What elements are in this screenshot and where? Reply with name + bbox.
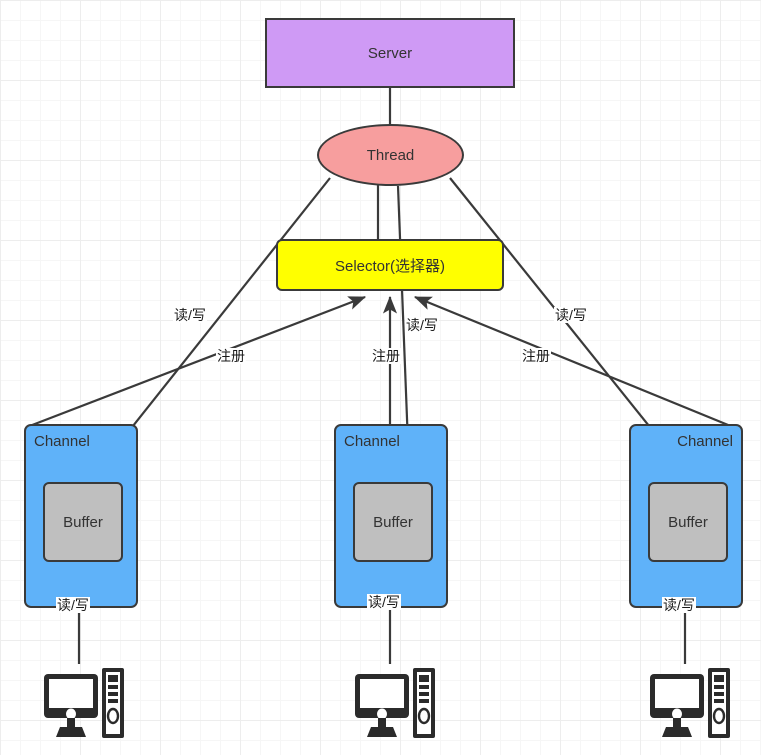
edge-label-register-middle: 注册 xyxy=(371,348,401,364)
node-channel-2-label: Channel xyxy=(344,433,400,450)
edge-label-register-right: 注册 xyxy=(521,348,551,364)
edge-label-client-read-write-left: 读/写 xyxy=(56,597,90,613)
client-computer-3[interactable] xyxy=(642,660,732,746)
desktop-computer-icon xyxy=(650,668,730,738)
node-thread-label: Thread xyxy=(366,146,415,164)
node-buffer-2-label: Buffer xyxy=(373,513,413,531)
node-server-label: Server xyxy=(367,44,413,62)
node-channel-3-label: Channel xyxy=(677,433,733,450)
node-server[interactable]: Server xyxy=(265,18,515,88)
edge-label-read-write-middle: 读/写 xyxy=(405,317,439,333)
diagram-canvas: Server Thread Selector(选择器) Channel Buff… xyxy=(0,0,761,755)
desktop-computer-icon xyxy=(355,668,435,738)
desktop-computer-icon xyxy=(44,668,124,738)
node-buffer-3-label: Buffer xyxy=(668,513,708,531)
edge-label-register-left: 注册 xyxy=(216,348,246,364)
node-channel-1-label: Channel xyxy=(34,433,90,450)
edge-label-read-write-left: 读/写 xyxy=(173,307,207,323)
client-computer-1[interactable] xyxy=(36,660,126,746)
node-selector[interactable]: Selector(选择器) xyxy=(276,239,504,291)
edge-label-client-read-write-middle: 读/写 xyxy=(367,594,401,610)
client-computer-2[interactable] xyxy=(347,660,437,746)
node-buffer-1-label: Buffer xyxy=(63,513,103,531)
node-buffer-2[interactable]: Buffer xyxy=(353,482,433,562)
diagram-edges xyxy=(26,88,734,664)
edge-label-read-write-right: 读/写 xyxy=(554,307,588,323)
node-buffer-3[interactable]: Buffer xyxy=(648,482,728,562)
node-channel-2[interactable]: Channel Buffer xyxy=(334,424,448,608)
node-buffer-1[interactable]: Buffer xyxy=(43,482,123,562)
node-thread[interactable]: Thread xyxy=(317,124,464,186)
edge-label-client-read-write-right: 读/写 xyxy=(662,597,696,613)
node-channel-3[interactable]: Channel Buffer xyxy=(629,424,743,608)
node-selector-label: Selector(选择器) xyxy=(334,257,446,275)
node-channel-1[interactable]: Channel Buffer xyxy=(24,424,138,608)
